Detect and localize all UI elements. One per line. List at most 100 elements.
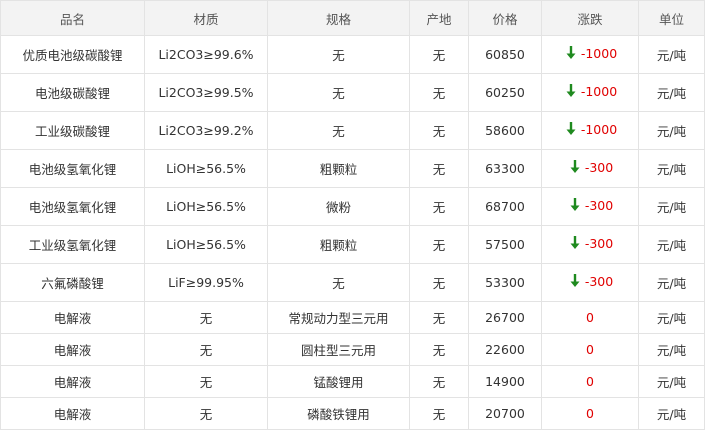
header-row: 品名 材质 规格 产地 价格 涨跌 单位 bbox=[0, 0, 705, 36]
cell-change: -1000 bbox=[541, 111, 639, 150]
cell-price: 57500 bbox=[468, 225, 542, 264]
cell-unit: 元/吨 bbox=[638, 73, 705, 112]
cell-spec: 磷酸铁锂用 bbox=[267, 397, 410, 430]
column-header-price: 价格 bbox=[468, 0, 542, 36]
change-indicator: -300 bbox=[567, 159, 613, 175]
change-indicator: -1000 bbox=[563, 45, 617, 61]
change-value: -300 bbox=[584, 235, 614, 251]
cell-material: LiOH≥56.5% bbox=[144, 149, 268, 188]
column-header-origin: 产地 bbox=[409, 0, 469, 36]
change-value: -300 bbox=[584, 273, 614, 289]
cell-material: 无 bbox=[144, 397, 268, 430]
table-row: 电解液无锰酸锂用无 14900 0 元/吨 bbox=[0, 365, 705, 398]
cell-change: -300 bbox=[541, 225, 639, 264]
change-indicator: -300 bbox=[567, 273, 613, 289]
cell-change: 0 bbox=[541, 365, 639, 398]
cell-spec: 无 bbox=[267, 263, 410, 302]
table-row: 优质电池级碳酸锂 Li2CO3≥99.6% 无无 60850 -1000 元/吨 bbox=[0, 35, 705, 74]
cell-spec: 常规动力型三元用 bbox=[267, 301, 410, 334]
cell-unit: 元/吨 bbox=[638, 225, 705, 264]
cell-change: -300 bbox=[541, 263, 639, 302]
table-row: 电池级氢氧化锂 LiOH≥56.5% 微粉无 68700 -300 元/吨 bbox=[0, 187, 705, 226]
down-arrow-icon bbox=[563, 45, 579, 61]
cell-unit: 元/吨 bbox=[638, 187, 705, 226]
cell-origin: 无 bbox=[409, 365, 469, 398]
cell-name: 电池级碳酸锂 bbox=[0, 73, 145, 112]
cell-change: -300 bbox=[541, 149, 639, 188]
cell-origin: 无 bbox=[409, 225, 469, 264]
cell-change: -300 bbox=[541, 187, 639, 226]
column-header-change: 涨跌 bbox=[541, 0, 639, 36]
cell-spec: 粗颗粒 bbox=[267, 225, 410, 264]
cell-material: Li2CO3≥99.6% bbox=[144, 35, 268, 74]
cell-unit: 元/吨 bbox=[638, 35, 705, 74]
cell-unit: 元/吨 bbox=[638, 333, 705, 366]
cell-origin: 无 bbox=[409, 35, 469, 74]
down-arrow-icon bbox=[567, 273, 583, 289]
down-arrow-icon bbox=[567, 197, 583, 213]
cell-price: 63300 bbox=[468, 149, 542, 188]
cell-name: 电解液 bbox=[0, 397, 145, 430]
cell-origin: 无 bbox=[409, 333, 469, 366]
change-value: 0 bbox=[586, 310, 594, 325]
change-value: 0 bbox=[586, 374, 594, 389]
column-header-spec: 规格 bbox=[267, 0, 410, 36]
cell-unit: 元/吨 bbox=[638, 111, 705, 150]
table-row: 工业级氢氧化锂 LiOH≥56.5% 粗颗粒无 57500 -300 元/吨 bbox=[0, 225, 705, 264]
cell-origin: 无 bbox=[409, 301, 469, 334]
cell-name: 电解液 bbox=[0, 301, 145, 334]
cell-price: 58600 bbox=[468, 111, 542, 150]
cell-change: 0 bbox=[541, 333, 639, 366]
table-row: 电解液无磷酸铁锂用无 20700 0 元/吨 bbox=[0, 397, 705, 430]
change-indicator: -300 bbox=[567, 235, 613, 251]
cell-name: 电池级氢氧化锂 bbox=[0, 187, 145, 226]
down-arrow-icon bbox=[567, 159, 583, 175]
cell-price: 53300 bbox=[468, 263, 542, 302]
cell-spec: 无 bbox=[267, 73, 410, 112]
cell-name: 优质电池级碳酸锂 bbox=[0, 35, 145, 74]
table-row: 六氟磷酸锂 LiF≥99.95% 无无 53300 -300 元/吨 bbox=[0, 263, 705, 302]
cell-price: 26700 bbox=[468, 301, 542, 334]
cell-price: 68700 bbox=[468, 187, 542, 226]
cell-spec: 无 bbox=[267, 111, 410, 150]
cell-origin: 无 bbox=[409, 263, 469, 302]
cell-material: Li2CO3≥99.2% bbox=[144, 111, 268, 150]
cell-origin: 无 bbox=[409, 397, 469, 430]
change-indicator: -300 bbox=[567, 197, 613, 213]
column-header-material: 材质 bbox=[144, 0, 268, 36]
cell-price: 20700 bbox=[468, 397, 542, 430]
price-table: 品名 材质 规格 产地 价格 涨跌 单位 优质电池级碳酸锂 Li2CO3≥99.6… bbox=[0, 0, 705, 430]
change-value: -1000 bbox=[580, 83, 618, 99]
change-value: 0 bbox=[586, 342, 594, 357]
cell-unit: 元/吨 bbox=[638, 397, 705, 430]
down-arrow-icon bbox=[563, 121, 579, 137]
cell-material: Li2CO3≥99.5% bbox=[144, 73, 268, 112]
table-row: 电池级氢氧化锂 LiOH≥56.5% 粗颗粒无 63300 -300 元/吨 bbox=[0, 149, 705, 188]
cell-price: 14900 bbox=[468, 365, 542, 398]
cell-price: 22600 bbox=[468, 333, 542, 366]
cell-name: 工业级碳酸锂 bbox=[0, 111, 145, 150]
change-value: -300 bbox=[584, 159, 614, 175]
cell-change: 0 bbox=[541, 301, 639, 334]
change-value: -1000 bbox=[580, 121, 618, 137]
cell-change: -1000 bbox=[541, 35, 639, 74]
cell-spec: 微粉 bbox=[267, 187, 410, 226]
cell-origin: 无 bbox=[409, 73, 469, 112]
cell-name: 六氟磷酸锂 bbox=[0, 263, 145, 302]
change-value: -1000 bbox=[580, 45, 618, 61]
cell-material: LiOH≥56.5% bbox=[144, 225, 268, 264]
cell-change: 0 bbox=[541, 397, 639, 430]
cell-unit: 元/吨 bbox=[638, 301, 705, 334]
change-value: 0 bbox=[586, 406, 594, 421]
cell-material: LiOH≥56.5% bbox=[144, 187, 268, 226]
table-row: 电解液无圆柱型三元用无 22600 0 元/吨 bbox=[0, 333, 705, 366]
table-row: 电池级碳酸锂 Li2CO3≥99.5% 无无 60250 -1000 元/吨 bbox=[0, 73, 705, 112]
cell-spec: 无 bbox=[267, 35, 410, 74]
cell-name: 电池级氢氧化锂 bbox=[0, 149, 145, 188]
change-indicator: -1000 bbox=[563, 121, 617, 137]
cell-unit: 元/吨 bbox=[638, 149, 705, 188]
column-header-unit: 单位 bbox=[638, 0, 705, 36]
cell-origin: 无 bbox=[409, 111, 469, 150]
cell-material: LiF≥99.95% bbox=[144, 263, 268, 302]
cell-price: 60850 bbox=[468, 35, 542, 74]
